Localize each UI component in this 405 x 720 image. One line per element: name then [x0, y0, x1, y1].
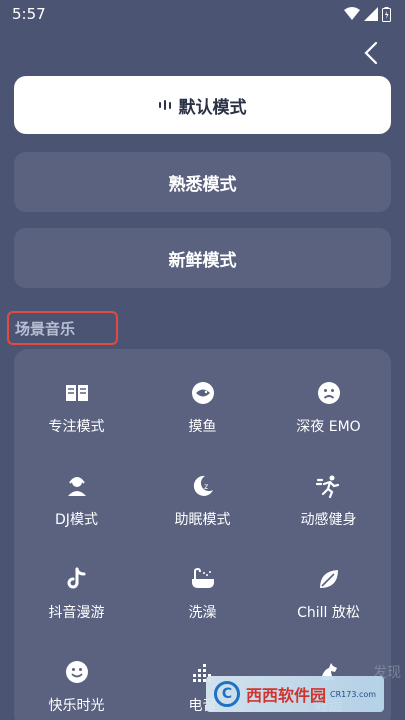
scene-label: 洗澡 — [188, 605, 217, 621]
moon-icon: z — [190, 473, 216, 499]
back-button[interactable] — [359, 40, 383, 66]
scene-label: DJ模式 — [55, 512, 98, 528]
wifi-icon — [344, 7, 360, 20]
section-title: 场景音乐 — [7, 311, 118, 345]
svg-text:z: z — [204, 482, 208, 491]
dj-icon — [64, 473, 90, 499]
fresh-mode-button[interactable]: 新鲜模式 — [14, 228, 391, 288]
leaf-icon — [316, 566, 342, 592]
tiktok-icon — [64, 566, 90, 592]
scene-label: 专注模式 — [48, 419, 105, 435]
chevron-left-icon — [364, 41, 378, 65]
playing-wave-icon — [158, 100, 171, 110]
scene-item-focus[interactable]: 专注模式 — [14, 364, 139, 444]
scene-item-bath[interactable]: 洗澡 — [140, 550, 265, 630]
scene-item-fitness[interactable]: 动感健身 — [266, 457, 391, 537]
battery-icon — [382, 6, 391, 22]
familiar-mode-label: 熟悉模式 — [168, 174, 237, 195]
status-bar: 5:57 — [0, 0, 405, 28]
section-title-text: 场景音乐 — [15, 319, 76, 338]
default-mode-button[interactable]: 默认模式 — [14, 76, 391, 134]
scene-panel: 专注模式 摸鱼 深夜 EMO DJ模式 z 助眠模式 动感健身 抖音漫游 洗澡 … — [14, 349, 391, 720]
scene-item-happy[interactable]: 快乐时光 — [14, 643, 139, 720]
watermark-logo-icon: C — [214, 681, 240, 707]
scene-item-douyin[interactable]: 抖音漫游 — [14, 550, 139, 630]
watermark-sub: CR173.com — [330, 689, 377, 699]
scene-item-emo[interactable]: 深夜 EMO — [266, 364, 391, 444]
scene-label: 摸鱼 — [188, 419, 217, 435]
scene-item-slack[interactable]: 摸鱼 — [140, 364, 265, 444]
fish-icon — [190, 380, 216, 406]
scene-label: 快乐时光 — [48, 698, 105, 714]
book-icon — [64, 380, 90, 406]
smile-icon — [64, 659, 90, 685]
scene-label: 深夜 EMO — [296, 419, 361, 435]
signal-icon — [364, 7, 378, 21]
scene-label: 抖音漫游 — [48, 605, 105, 621]
scene-label: 动感健身 — [300, 512, 357, 528]
fresh-mode-label: 新鲜模式 — [168, 250, 237, 271]
scene-item-chill[interactable]: Chill 放松 — [266, 550, 391, 630]
bathtub-icon — [190, 566, 216, 592]
default-mode-label: 默认模式 — [178, 97, 247, 118]
scene-label: 助眠模式 — [174, 512, 231, 528]
familiar-mode-button[interactable]: 熟悉模式 — [14, 152, 391, 212]
scene-item-dj[interactable]: DJ模式 — [14, 457, 139, 537]
sad-face-icon — [316, 380, 342, 406]
status-time: 5:57 — [12, 5, 46, 23]
watermark-text: 西西软件园 — [246, 686, 327, 705]
watermark-overlay: C 西西软件园 CR173.com — [206, 676, 384, 712]
running-icon — [315, 473, 342, 499]
status-icons — [344, 6, 391, 22]
scene-item-sleep[interactable]: z 助眠模式 — [140, 457, 265, 537]
scene-label: Chill 放松 — [297, 605, 360, 621]
